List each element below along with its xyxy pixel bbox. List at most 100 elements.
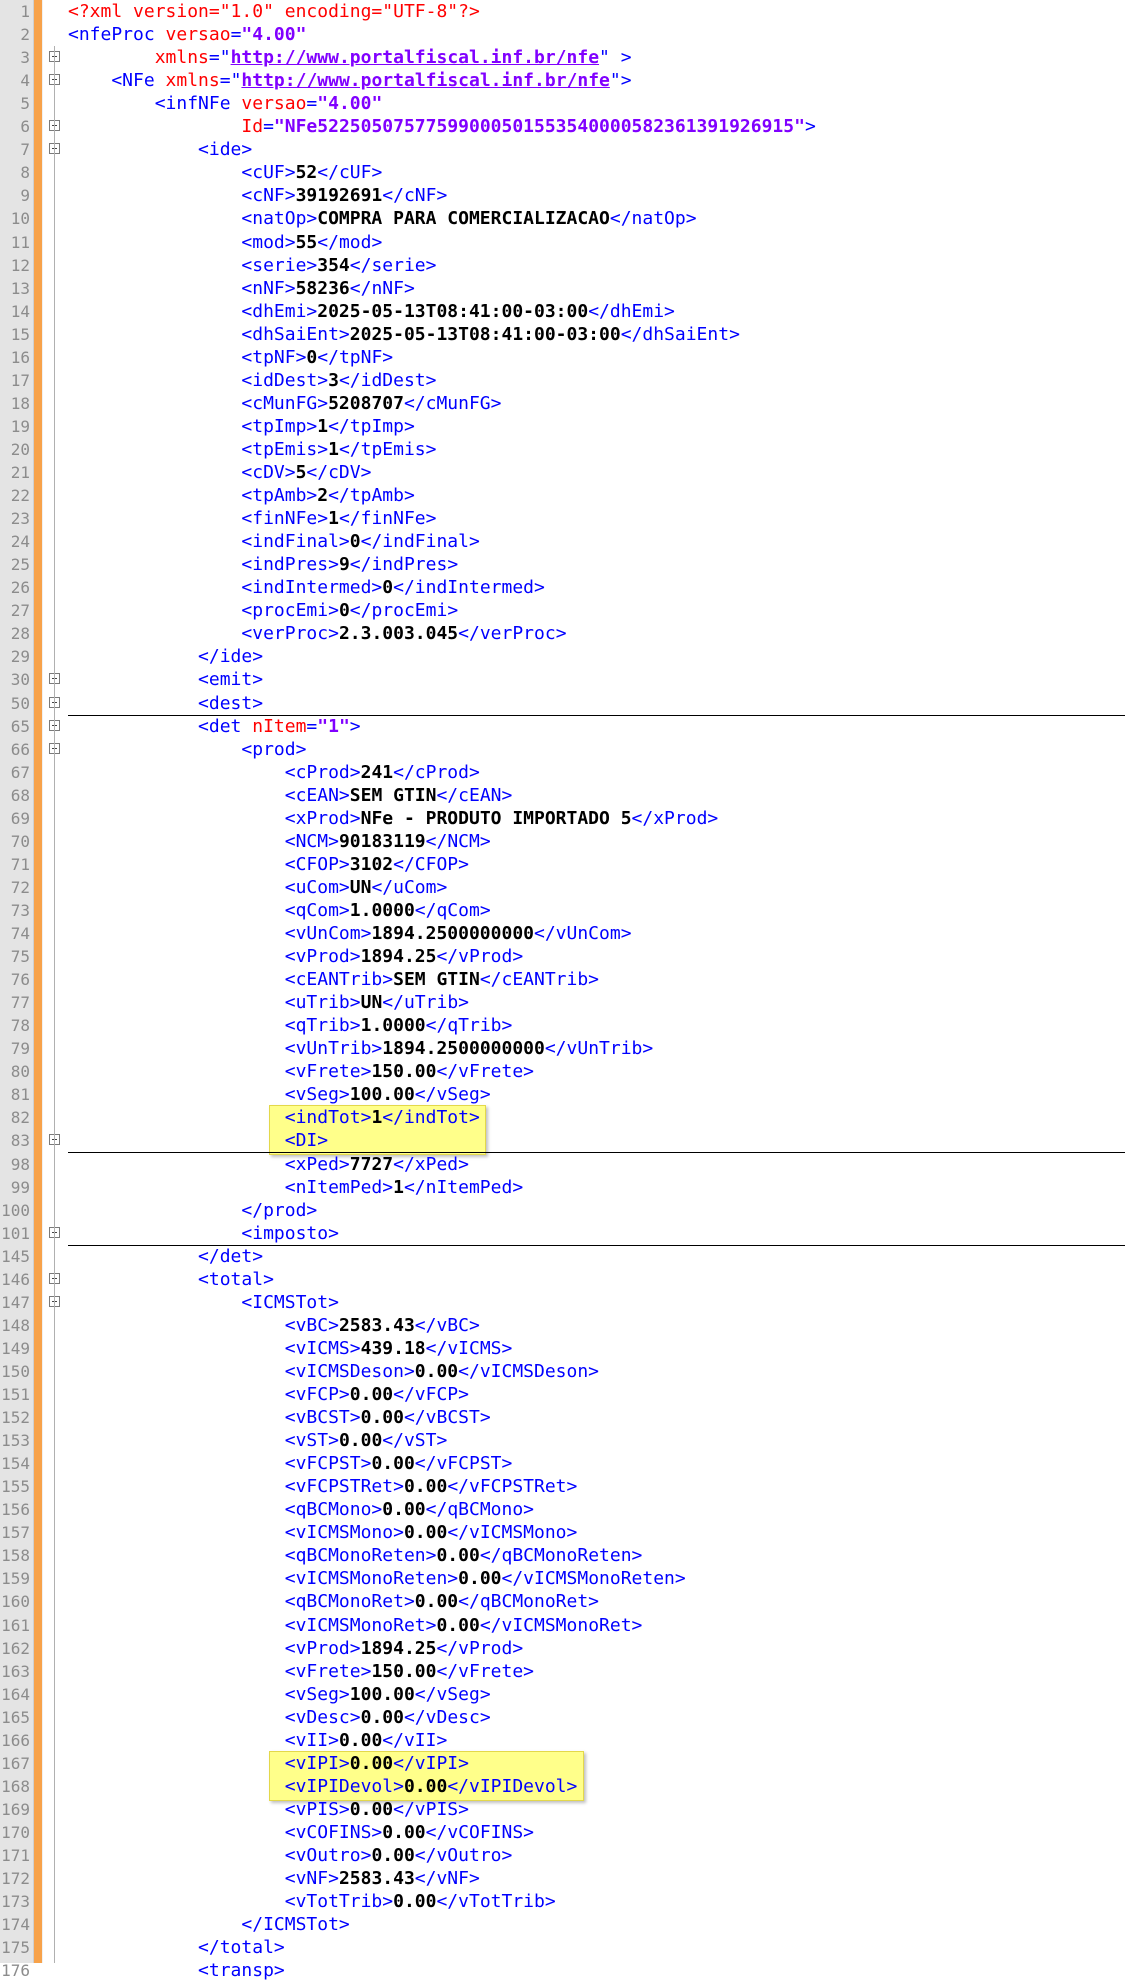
code-line[interactable]: 152 <vBCST>0.00</vBCST> <box>0 1406 1125 1429</box>
code-line[interactable]: 28 <verProc>2.3.003.045</verProc> <box>0 622 1125 645</box>
code-line[interactable]: 18 <cMunFG>5208707</cMunFG> <box>0 392 1125 415</box>
code-line[interactable]: 169 <vPIS>0.00</vPIS> <box>0 1798 1125 1821</box>
token-tag: <finNFe> <box>68 508 329 530</box>
code-line[interactable]: 174 </ICMSTot> <box>0 1913 1125 1936</box>
code-line[interactable]: 81 <vSeg>100.00</vSeg> <box>0 1083 1125 1106</box>
code-line[interactable]: 24 <indFinal>0</indFinal> <box>0 530 1125 553</box>
code-line[interactable]: 158 <qBCMonoReten>0.00</qBCMonoReten> <box>0 1544 1125 1567</box>
code-line[interactable]: 65 <det nItem="1"> <box>0 715 1125 738</box>
code-line[interactable]: 17 <idDest>3</idDest> <box>0 369 1125 392</box>
code-line[interactable]: 167 <vIPI>0.00</vIPI> <box>0 1752 1125 1775</box>
code-line[interactable]: 147 <ICMSTot> <box>0 1291 1125 1314</box>
code-line[interactable]: 6 Id="NFe5225050757759900050155354000058… <box>0 115 1125 138</box>
code-line[interactable]: 16 <tpNF>0</tpNF> <box>0 346 1125 369</box>
code-line[interactable]: 171 <vOutro>0.00</vOutro> <box>0 1844 1125 1867</box>
code-line[interactable]: 14 <dhEmi>2025-05-13T08:41:00-03:00</dhE… <box>0 300 1125 323</box>
code-line[interactable]: 19 <tpImp>1</tpImp> <box>0 415 1125 438</box>
code-line[interactable]: 173 <vTotTrib>0.00</vTotTrib> <box>0 1890 1125 1913</box>
code-line[interactable]: 70 <NCM>90183119</NCM> <box>0 830 1125 853</box>
code-line[interactable]: 66 <prod> <box>0 738 1125 761</box>
token-tag: </qBCMono> <box>425 1499 535 1521</box>
code-line[interactable]: 4 <NFe xmlns="http://www.portalfiscal.in… <box>0 69 1125 92</box>
code-line[interactable]: 21 <cDV>5</cDV> <box>0 461 1125 484</box>
code-line[interactable]: 163 <vFrete>150.00</vFrete> <box>0 1660 1125 1683</box>
code-line[interactable]: 159 <vICMSMonoReten>0.00</vICMSMonoReten… <box>0 1567 1125 1590</box>
xml-editor[interactable]: 1 <?xml version="1.0" encoding="UTF-8"?> 2… <box>0 0 1125 1981</box>
code-line[interactable]: 11 <mod>55</mod> <box>0 231 1125 254</box>
code-line[interactable]: 145 </det> <box>0 1245 1125 1268</box>
code-line[interactable]: 175 </total> <box>0 1936 1125 1959</box>
code-line[interactable]: 157 <vICMSMono>0.00</vICMSMono> <box>0 1521 1125 1544</box>
code-line[interactable]: 172 <vNF>2583.43</vNF> <box>0 1867 1125 1890</box>
line-number: 67 <box>10 762 30 782</box>
code-line[interactable]: 20 <tpEmis>1</tpEmis> <box>0 438 1125 461</box>
code-line[interactable]: 76 <cEANTrib>SEM GTIN</cEANTrib> <box>0 968 1125 991</box>
code-line[interactable]: 68 <cEAN>SEM GTIN</cEAN> <box>0 784 1125 807</box>
code-line[interactable]: 146 <total> <box>0 1268 1125 1291</box>
token-attr: xmlns <box>165 70 220 92</box>
code-line[interactable]: 150 <vICMSDeson>0.00</vICMSDeson> <box>0 1360 1125 1383</box>
code-line[interactable]: 71 <CFOP>3102</CFOP> <box>0 853 1125 876</box>
code-line[interactable]: 7 <ide> <box>0 138 1125 161</box>
code-line[interactable]: 15 <dhSaiEnt>2025-05-13T08:41:00-03:00</… <box>0 323 1125 346</box>
code-line[interactable]: 164 <vSeg>100.00</vSeg> <box>0 1683 1125 1706</box>
code-line[interactable]: 151 <vFCP>0.00</vFCP> <box>0 1383 1125 1406</box>
line-code: <verProc>2.3.003.045</verProc> <box>68 622 566 645</box>
line-number: 76 <box>10 970 30 990</box>
code-line[interactable]: 23 <finNFe>1</finNFe> <box>0 507 1125 530</box>
code-line[interactable]: 67 <cProd>241</cProd> <box>0 761 1125 784</box>
code-line[interactable]: 77 <uTrib>UN</uTrib> <box>0 991 1125 1014</box>
code-line[interactable]: 27 <procEmi>0</procEmi> <box>0 599 1125 622</box>
code-line[interactable]: 5 <infNFe versao="4.00" <box>0 92 1125 115</box>
code-line[interactable]: 161 <vICMSMonoRet>0.00</vICMSMonoRet> <box>0 1614 1125 1637</box>
token-text: 241 <box>360 761 394 783</box>
code-line[interactable]: 83 <DI> <box>0 1129 1125 1154</box>
code-line[interactable]: 3 xmlns="http://www.portalfiscal.inf.br/… <box>0 46 1125 69</box>
code-line[interactable]: 72 <uCom>UN</uCom> <box>0 876 1125 899</box>
code-line[interactable]: 25 <indPres>9</indPres> <box>0 553 1125 576</box>
code-line[interactable]: 2 <nfeProc versao="4.00" <box>0 23 1125 46</box>
code-line[interactable]: 168 <vIPIDevol>0.00</vIPIDevol> <box>0 1775 1125 1798</box>
code-line[interactable]: 153 <vST>0.00</vST> <box>0 1429 1125 1452</box>
code-line[interactable]: 82 <indTot>1</indTot> <box>0 1106 1125 1129</box>
code-line[interactable]: 165 <vDesc>0.00</vDesc> <box>0 1706 1125 1729</box>
token-tag: <vUnCom> <box>68 923 372 944</box>
code-line[interactable]: 22 <tpAmb>2</tpAmb> <box>0 484 1125 507</box>
code-line[interactable]: 30 <emit> <box>0 668 1125 691</box>
code-line[interactable]: 156 <qBCMono>0.00</qBCMono> <box>0 1498 1125 1521</box>
token-tag: </vOutro> <box>414 1845 513 1866</box>
code-line[interactable]: 50 <dest> <box>0 692 1125 716</box>
code-line[interactable]: 101 <imposto> <box>0 1222 1125 1246</box>
code-line[interactable]: 149 <vICMS>439.18</vICMS> <box>0 1337 1125 1360</box>
token-text: 2.3.003.045 <box>338 623 459 645</box>
code-line[interactable]: 80 <vFrete>150.00</vFrete> <box>0 1060 1125 1083</box>
code-line[interactable]: 26 <indIntermed>0</indIntermed> <box>0 576 1125 599</box>
code-line[interactable]: 155 <vFCPSTRet>0.00</vFCPSTRet> <box>0 1475 1125 1498</box>
code-line[interactable]: 73 <qCom>1.0000</qCom> <box>0 899 1125 922</box>
code-line[interactable]: 13 <nNF>58236</nNF> <box>0 277 1125 300</box>
token-tag: <nItemPed> <box>68 1176 394 1198</box>
code-line[interactable]: 75 <vProd>1894.25</vProd> <box>0 945 1125 968</box>
code-line[interactable]: 154 <vFCPST>0.00</vFCPST> <box>0 1452 1125 1475</box>
code-line[interactable]: 98 <xPed>7727</xPed> <box>0 1153 1125 1176</box>
code-line[interactable]: 8 <cUF>52</cUF> <box>0 161 1125 184</box>
code-line[interactable]: 148 <vBC>2583.43</vBC> <box>0 1314 1125 1337</box>
code-line[interactable]: 99 <nItemPed>1</nItemPed> <box>0 1176 1125 1199</box>
token-text: 150.00 <box>371 1660 437 1682</box>
code-line[interactable]: 29 </ide> <box>0 645 1125 668</box>
code-line[interactable]: 69 <xProd>NFe - PRODUTO IMPORTADO 5</xPr… <box>0 807 1125 830</box>
code-line[interactable]: 10 <natOp>COMPRA PARA COMERCIALIZACAO</n… <box>0 207 1125 230</box>
code-line[interactable]: 100 </prod> <box>0 1199 1125 1222</box>
code-line[interactable]: 9 <cNF>39192691</cNF> <box>0 184 1125 207</box>
code-line[interactable]: 166 <vII>0.00</vII> <box>0 1729 1125 1752</box>
token-tag: <vNF> <box>68 1868 339 1890</box>
code-line[interactable]: 160 <qBCMonoRet>0.00</qBCMonoRet> <box>0 1590 1125 1613</box>
line-number: 101 <box>1 1223 30 1243</box>
code-line[interactable]: 1 <?xml version="1.0" encoding="UTF-8"?> <box>0 0 1125 23</box>
code-line[interactable]: 74 <vUnCom>1894.2500000000</vUnCom> <box>0 922 1125 945</box>
code-line[interactable]: 12 <serie>354</serie> <box>0 254 1125 277</box>
code-line[interactable]: 170 <vCOFINS>0.00</vCOFINS> <box>0 1821 1125 1844</box>
code-line[interactable]: 79 <vUnTrib>1894.2500000000</vUnTrib> <box>0 1037 1125 1060</box>
code-line[interactable]: 78 <qTrib>1.0000</qTrib> <box>0 1014 1125 1037</box>
code-line[interactable]: 162 <vProd>1894.25</vProd> <box>0 1637 1125 1660</box>
